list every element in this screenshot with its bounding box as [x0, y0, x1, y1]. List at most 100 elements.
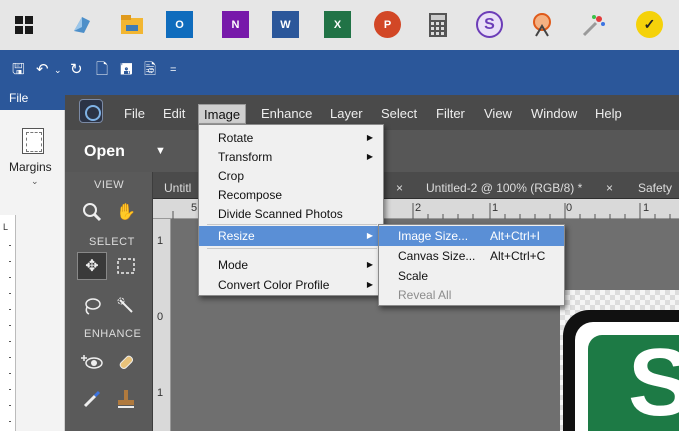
print-preview-icon[interactable]: 🗟 [144, 60, 156, 80]
menu-image[interactable]: Image [198, 104, 247, 124]
norton-icon[interactable]: ✓ [636, 11, 663, 38]
spot-healing-tool-icon[interactable] [111, 348, 141, 376]
safety-sign-letter: S [628, 329, 679, 431]
view-section-label: VIEW [94, 179, 125, 191]
menu-item-label: Canvas Size... [398, 249, 476, 263]
edge-icon[interactable] [68, 11, 95, 38]
red-eye-tool-icon[interactable] [77, 348, 107, 376]
menu-item-label: Resize [218, 229, 255, 243]
windows-taskbar: O N W X P S ✓ [0, 0, 679, 50]
menu-item-recompose[interactable]: Recompose [199, 185, 383, 205]
submenu-arrow-icon: ▶ [366, 152, 373, 161]
word-icon[interactable]: W [272, 11, 299, 38]
chevron-down-icon[interactable]: ⌄ [31, 176, 39, 187]
tab-safety[interactable]: Safety [638, 177, 672, 199]
menu-select[interactable]: Select [376, 104, 422, 124]
ruler-label: 2 [415, 202, 422, 214]
customize-toolbar-icon[interactable]: = [170, 60, 176, 80]
smart-brush-tool-icon[interactable] [77, 385, 107, 413]
lasso-tool-icon[interactable] [77, 292, 107, 320]
menu-item-label: Scale [398, 269, 429, 283]
ruler-label: 1 [157, 235, 164, 247]
menu-view[interactable]: View [479, 104, 517, 124]
move-tool-icon[interactable]: ✥ [77, 252, 107, 280]
snip-tool-icon[interactable] [528, 11, 555, 38]
menu-item-crop[interactable]: Crop [199, 166, 383, 186]
word-title-bar: 🖫 ↶ ⌄ ↻ 🗋 🖪 🗟 = [0, 50, 679, 95]
zoom-tool-icon[interactable] [77, 198, 107, 226]
outlook-icon[interactable]: O [166, 11, 193, 38]
menu-separator [207, 248, 377, 249]
menu-file[interactable]: File [119, 104, 150, 124]
clone-stamp-tool-icon[interactable] [111, 385, 141, 413]
ruler-label: 1 [643, 202, 650, 214]
quick-selection-tool-icon[interactable] [111, 292, 141, 320]
file-explorer-icon[interactable] [118, 11, 145, 38]
save-as-icon[interactable]: 🖪 [120, 60, 133, 80]
ruler-label: 0 [566, 202, 573, 214]
menu-item-shortcut: Alt+Ctrl+C [490, 249, 546, 263]
word-vertical-ruler [0, 215, 16, 431]
tab-untitled-2[interactable]: Untitled-2 @ 100% (RGB/8) * [426, 177, 582, 199]
calculator-icon[interactable] [424, 11, 451, 38]
submenu-arrow-icon: ▶ [366, 231, 373, 240]
hand-tool-icon[interactable]: ✋ [111, 198, 141, 226]
powerpoint-icon[interactable]: P [374, 11, 401, 38]
select-section-label: SELECT [89, 236, 135, 248]
image-menu-dropdown: Rotate ▶ Transform ▶ Crop Recompose Divide… [198, 124, 384, 296]
redo-icon[interactable]: ↻ [70, 60, 83, 80]
pse-logo-icon [79, 99, 103, 123]
menu-item-scale[interactable]: Scale [379, 266, 564, 286]
ruler-label: 1 [492, 202, 499, 214]
menu-enhance[interactable]: Enhance [256, 104, 317, 124]
menu-item-label: Image Size... [398, 229, 469, 243]
menu-item-resize[interactable]: Resize ▶ [199, 226, 383, 246]
submenu-arrow-icon: ▶ [366, 260, 373, 269]
word-file-tab[interactable]: File [0, 88, 65, 110]
tab-close-icon[interactable]: × [396, 177, 403, 199]
menu-item-label: Convert Color Profile [218, 278, 330, 292]
menu-filter[interactable]: Filter [431, 104, 470, 124]
menu-item-canvas-size[interactable]: Canvas Size... Alt+Ctrl+C [379, 246, 564, 266]
menu-layer[interactable]: Layer [325, 104, 368, 124]
menu-item-label: Rotate [218, 131, 254, 145]
menu-item-mode[interactable]: Mode ▶ [199, 255, 383, 275]
s-app-icon[interactable]: S [476, 11, 503, 38]
undo-dropdown-icon[interactable]: ⌄ [54, 60, 62, 80]
open-button[interactable]: Open [84, 143, 125, 161]
excel-icon[interactable]: X [324, 11, 351, 38]
margins-icon[interactable] [22, 128, 44, 154]
new-document-icon[interactable]: 🗋 [96, 60, 108, 80]
menu-item-label: Recompose [218, 188, 283, 202]
open-dropdown-icon[interactable]: ▼ [155, 145, 166, 157]
margins-label[interactable]: Margins [9, 160, 52, 174]
save-icon[interactable]: 🖫 [12, 60, 25, 80]
windows-start-icon[interactable] [10, 11, 37, 38]
menu-item-label: Mode [218, 258, 249, 272]
tab-selector[interactable]: L [3, 222, 8, 232]
undo-icon[interactable]: ↶ [36, 60, 49, 80]
menu-item-convert-color-profile[interactable]: Convert Color Profile ▶ [199, 275, 383, 295]
menu-item-label: Divide Scanned Photos [218, 207, 343, 221]
menu-item-label: Reveal All [398, 288, 452, 302]
menu-item-image-size[interactable]: Image Size... Alt+Ctrl+I [379, 226, 564, 246]
enhance-section-label: ENHANCE [84, 328, 142, 340]
menu-window[interactable]: Window [526, 104, 582, 124]
submenu-arrow-icon: ▶ [366, 280, 373, 289]
paint-icon[interactable] [580, 11, 607, 38]
ruler-label: 0 [157, 311, 164, 323]
menu-item-shortcut: Alt+Ctrl+I [490, 229, 541, 243]
onenote-icon[interactable]: N [222, 11, 249, 38]
menu-edit[interactable]: Edit [158, 104, 190, 124]
menu-item-divide-scanned-photos[interactable]: Divide Scanned Photos [199, 204, 383, 224]
menu-item-rotate[interactable]: Rotate ▶ [199, 128, 383, 148]
marquee-tool-icon[interactable] [111, 252, 141, 280]
ruler-label: 5 [191, 202, 198, 214]
resize-submenu: Image Size... Alt+Ctrl+I Canvas Size... … [378, 224, 565, 306]
tab-untitled-1[interactable]: Untitl [164, 177, 191, 199]
menu-separator [207, 224, 377, 225]
menu-item-transform[interactable]: Transform ▶ [199, 147, 383, 167]
menu-help[interactable]: Help [590, 104, 627, 124]
tab-close-icon[interactable]: × [606, 177, 613, 199]
vertical-ruler [153, 219, 171, 431]
